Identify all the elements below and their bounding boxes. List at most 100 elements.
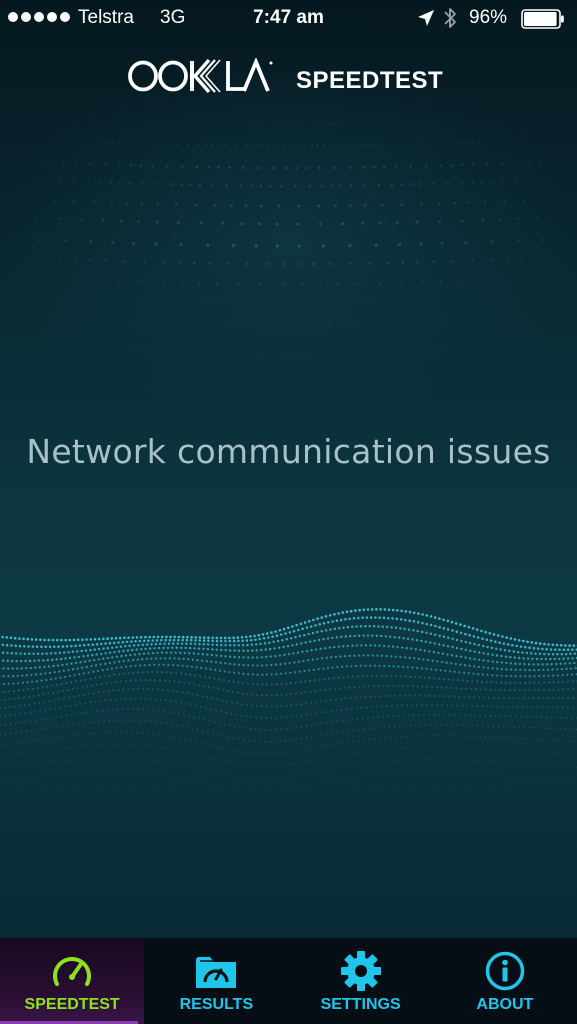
wave-particle [186, 665, 189, 668]
wave-particle [62, 787, 64, 789]
background-dot [502, 118, 505, 121]
wave-particle [211, 639, 214, 643]
wave-particle [43, 638, 46, 642]
wave-particle [194, 704, 198, 707]
wave-particle [354, 664, 358, 668]
wave-particle [478, 658, 481, 661]
wave-particle [150, 657, 153, 660]
wave-particle [13, 697, 16, 700]
wave-particle [324, 629, 328, 632]
wave-particle [557, 681, 560, 684]
wave-particle [346, 644, 349, 648]
wave-particle [175, 671, 178, 675]
tab-speedtest[interactable]: SPEEDTEST [0, 938, 145, 1024]
tab-about[interactable]: ABOUT [433, 938, 577, 1024]
wave-particle [207, 639, 210, 642]
wave-particle [397, 636, 401, 639]
wave-particle [35, 719, 37, 722]
wave-particle [518, 689, 521, 692]
background-dot [421, 280, 425, 284]
wave-particle [83, 660, 87, 663]
background-dot [256, 324, 259, 326]
background-dot [46, 354, 48, 356]
tab-settings[interactable]: SETTINGS [289, 938, 433, 1024]
wave-particle [26, 681, 29, 684]
background-dot [400, 183, 404, 186]
wave-particle [154, 679, 157, 682]
wave-particle [526, 706, 529, 709]
wave-particle [40, 679, 43, 682]
tab-results[interactable]: RESULTS [144, 938, 288, 1024]
wave-particle [544, 727, 547, 730]
wave-particle [46, 658, 50, 662]
wave-particle [288, 661, 291, 665]
wave-particle [347, 790, 350, 792]
wave-particle [58, 670, 61, 673]
wave-particle [528, 689, 531, 692]
wave-particle [518, 662, 522, 666]
wave-particle [58, 651, 62, 655]
wave-particle [94, 676, 97, 679]
wave-particle [80, 712, 83, 715]
background-dot [59, 389, 61, 391]
background-dot [270, 122, 273, 125]
wave-particle [49, 678, 53, 681]
background-dot [404, 324, 407, 326]
wave-particle [54, 677, 57, 680]
wave-particle [454, 746, 457, 749]
background-dot [101, 218, 105, 222]
wave-particle [181, 635, 185, 639]
wave-particle [437, 651, 440, 655]
background-dot [259, 282, 262, 286]
wave-particle [364, 644, 368, 647]
wave-particle [365, 706, 368, 709]
wave-particle [505, 674, 508, 678]
wave-particle [45, 788, 47, 791]
wave-particle [208, 676, 211, 679]
background-dot [59, 277, 63, 281]
wave-particle [169, 635, 172, 639]
wave-particle [102, 637, 105, 641]
wave-particle [392, 665, 395, 668]
wave-particle [162, 646, 165, 650]
wave-particle [217, 733, 220, 736]
wave-particle [26, 751, 29, 754]
wave-particle [482, 787, 484, 790]
wave-particle [483, 760, 486, 762]
wave-particle [532, 763, 535, 766]
background-dot [146, 324, 149, 326]
wave-particle [324, 688, 327, 691]
background-dot [523, 199, 526, 202]
wave-particle [375, 705, 378, 708]
background-dot [95, 324, 97, 326]
wave-particle [249, 635, 252, 638]
background-dot [227, 389, 229, 391]
wave-particle [391, 608, 395, 612]
wave-particle [510, 762, 513, 764]
wave-particle [182, 777, 184, 780]
wave-particle [132, 771, 135, 773]
wave-particle [123, 719, 126, 722]
wave-particle [60, 638, 63, 642]
wave-particle [224, 662, 227, 665]
background-dot [89, 118, 91, 121]
background-dot [176, 221, 180, 225]
wave-particle [97, 658, 100, 661]
wave-particle [441, 771, 444, 774]
wave-particle [26, 637, 30, 641]
wave-particle [45, 652, 48, 655]
background-dot [297, 204, 301, 208]
wave-particle [419, 771, 422, 773]
wave-particle [477, 665, 480, 669]
wave-particle [380, 705, 383, 708]
wave-particle [171, 748, 173, 751]
wave-particle [305, 713, 308, 716]
wave-particle [351, 625, 354, 629]
wave-particle [89, 677, 92, 680]
background-dot [341, 122, 344, 125]
wave-particle [574, 740, 576, 743]
wave-particle [270, 716, 273, 720]
wave-particle [137, 643, 140, 647]
wave-particle [54, 707, 57, 710]
wave-particle [25, 674, 29, 677]
